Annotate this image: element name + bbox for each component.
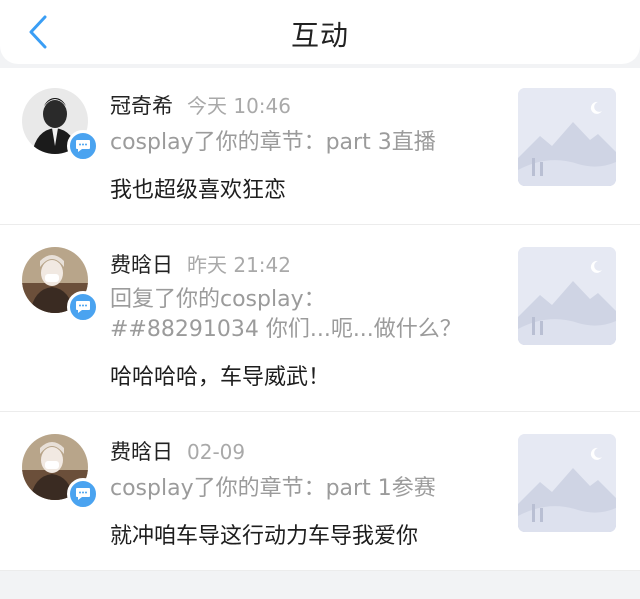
activity-description-line: ##88291034 你们...呃...做什么？ xyxy=(110,317,462,342)
activity-description: cosplay了你的章节：part 1参赛 xyxy=(110,476,436,501)
page-title: 互动 xyxy=(290,19,349,52)
activity-description: cosplay了你的章节：part 3直播 xyxy=(110,130,436,155)
comment-text: 哈哈哈哈，车导威武！ xyxy=(110,365,331,390)
list-item[interactable]: 冠奇希 今天 10:46 cosplay了你的章节：part 3直播 我也超级喜欢… xyxy=(0,68,640,225)
list-item[interactable]: 费晗日 02-09 cosplay了你的章节：part 1参赛 就冲咱车导这行动力… xyxy=(0,412,640,571)
user-name-text[interactable]: 费晗日 xyxy=(110,253,173,277)
list-item[interactable]: 费晗日 昨天 21:42 回复了你的cosplay： ##88291034 你们.… xyxy=(0,225,640,412)
chapter-thumbnail[interactable] xyxy=(518,434,616,532)
timestamp: 02-09 xyxy=(187,440,246,464)
activity-description: 回复了你的cosplay： ##88291034 你们...呃...做什么？ xyxy=(110,285,500,345)
user-name[interactable]: 费晗日 昨天 21:42 xyxy=(110,249,291,279)
top-bar: 互动 xyxy=(0,0,640,64)
comment-badge-icon xyxy=(67,291,99,323)
interaction-list: 冠奇希 今天 10:46 cosplay了你的章节：part 3直播 我也超级喜欢… xyxy=(0,68,640,571)
timestamp: 今天 10:46 xyxy=(187,94,291,118)
user-name-text[interactable]: 冠奇希 xyxy=(110,94,173,118)
chapter-thumbnail[interactable] xyxy=(518,88,616,186)
comment-text: 我也超级喜欢狂恋 xyxy=(110,178,287,203)
activity-description-line: 回复了你的cosplay： xyxy=(110,287,326,312)
comment-badge-icon xyxy=(67,130,99,162)
user-name[interactable]: 费晗日 02-09 xyxy=(110,436,245,466)
user-name[interactable]: 冠奇希 今天 10:46 xyxy=(110,90,291,120)
user-name-text[interactable]: 费晗日 xyxy=(110,440,173,464)
comment-badge-icon xyxy=(67,478,99,510)
comment-text: 就冲咱车导这行动力车导我爱你 xyxy=(110,524,419,549)
timestamp: 昨天 21:42 xyxy=(187,253,291,277)
chapter-thumbnail[interactable] xyxy=(518,247,616,345)
